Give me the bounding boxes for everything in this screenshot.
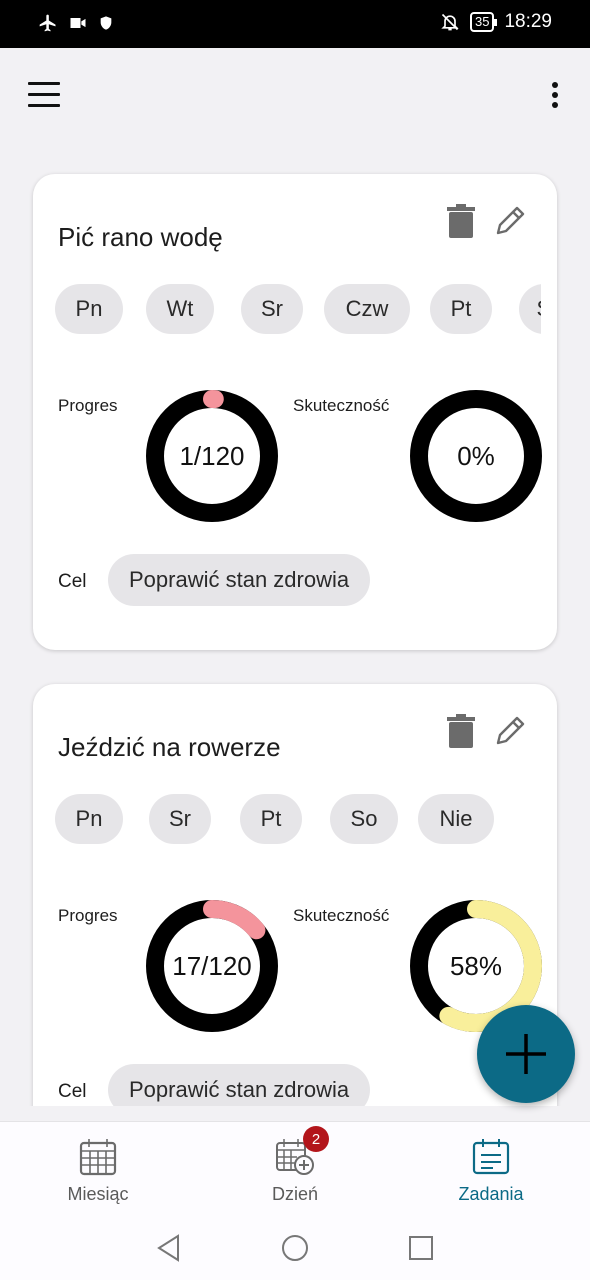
bottom-navigation: Miesiąc 2 Dzień Zadania bbox=[0, 1121, 590, 1217]
task-title: Jeździć na rowerze bbox=[58, 732, 281, 762]
nav-item-month[interactable]: Miesiąc bbox=[0, 1122, 196, 1218]
day-chip[interactable]: Wt bbox=[146, 284, 214, 334]
shield-icon bbox=[100, 16, 112, 30]
calendar-add-icon: 2 bbox=[275, 1126, 329, 1176]
task-card[interactable]: Pić rano wodę Pn Wt Sr Czw Pt So Progres… bbox=[33, 174, 557, 650]
progress-value: 1/120 bbox=[179, 440, 245, 471]
recents-icon[interactable] bbox=[406, 1233, 436, 1263]
day-chip[interactable]: Sr bbox=[149, 794, 211, 844]
back-icon[interactable] bbox=[154, 1233, 184, 1263]
day-chip[interactable]: Pn bbox=[55, 284, 123, 334]
home-icon[interactable] bbox=[280, 1233, 310, 1263]
notifications-off-icon bbox=[441, 13, 459, 31]
goal-label: Cel bbox=[58, 571, 87, 592]
notification-badge: 2 bbox=[303, 1126, 329, 1152]
status-icons-left bbox=[38, 13, 114, 33]
edit-icon[interactable] bbox=[493, 714, 527, 748]
progress-label: Progres bbox=[58, 906, 118, 925]
day-chip[interactable]: So bbox=[330, 794, 398, 844]
effectiveness-label: Skuteczność bbox=[293, 396, 390, 415]
goal-label: Cel bbox=[58, 1081, 87, 1102]
status-icons-right: 35 18:29 bbox=[440, 11, 552, 33]
edit-icon[interactable] bbox=[493, 204, 527, 238]
app-bar bbox=[0, 48, 590, 144]
effectiveness-label: Skuteczność bbox=[293, 906, 390, 925]
clock: 18:29 bbox=[504, 11, 552, 32]
weekday-chips: Pn Wt Sr Czw Pt So bbox=[55, 284, 541, 336]
day-chip[interactable]: So bbox=[519, 284, 541, 334]
calendar-month-icon bbox=[79, 1139, 117, 1176]
nav-item-tasks[interactable]: Zadania bbox=[393, 1122, 589, 1218]
day-chip[interactable]: Pt bbox=[430, 284, 492, 334]
plus-icon bbox=[506, 1034, 546, 1074]
battery-indicator: 35 bbox=[469, 12, 498, 32]
day-chip[interactable]: Pt bbox=[240, 794, 302, 844]
airplane-icon bbox=[39, 14, 56, 32]
system-navigation-bar bbox=[0, 1217, 590, 1280]
task-title: Pić rano wodę bbox=[58, 222, 223, 252]
delete-icon[interactable] bbox=[447, 204, 475, 238]
day-chip[interactable]: Sr bbox=[241, 284, 303, 334]
add-task-button[interactable] bbox=[477, 1005, 575, 1103]
progress-value: 17/120 bbox=[172, 950, 252, 981]
day-chip[interactable]: Nie bbox=[418, 794, 494, 844]
nav-item-day[interactable]: 2 Dzień bbox=[197, 1122, 393, 1218]
video-icon bbox=[70, 18, 86, 28]
nav-label: Zadania bbox=[458, 1184, 524, 1204]
status-bar: 35 18:29 bbox=[0, 0, 590, 48]
goal-chip[interactable]: Poprawić stan zdrowia bbox=[108, 1064, 371, 1106]
effectiveness-value: 0% bbox=[457, 440, 495, 471]
more-vertical-icon[interactable] bbox=[550, 82, 560, 112]
menu-icon[interactable] bbox=[28, 82, 60, 108]
nav-label: Dzień bbox=[271, 1184, 319, 1204]
delete-icon[interactable] bbox=[447, 714, 475, 748]
task-list[interactable]: Pić rano wodę Pn Wt Sr Czw Pt So Progres… bbox=[0, 144, 590, 1106]
goal-chip[interactable]: Poprawić stan zdrowia bbox=[108, 554, 371, 606]
day-chip[interactable]: Pn bbox=[55, 794, 123, 844]
weekday-chips: Pn Sr Pt So Nie bbox=[55, 794, 541, 846]
nav-label: Miesiąc bbox=[67, 1184, 129, 1204]
task-list-icon bbox=[472, 1139, 510, 1175]
progress-label: Progres bbox=[58, 396, 118, 415]
day-chip[interactable]: Czw bbox=[324, 284, 410, 334]
